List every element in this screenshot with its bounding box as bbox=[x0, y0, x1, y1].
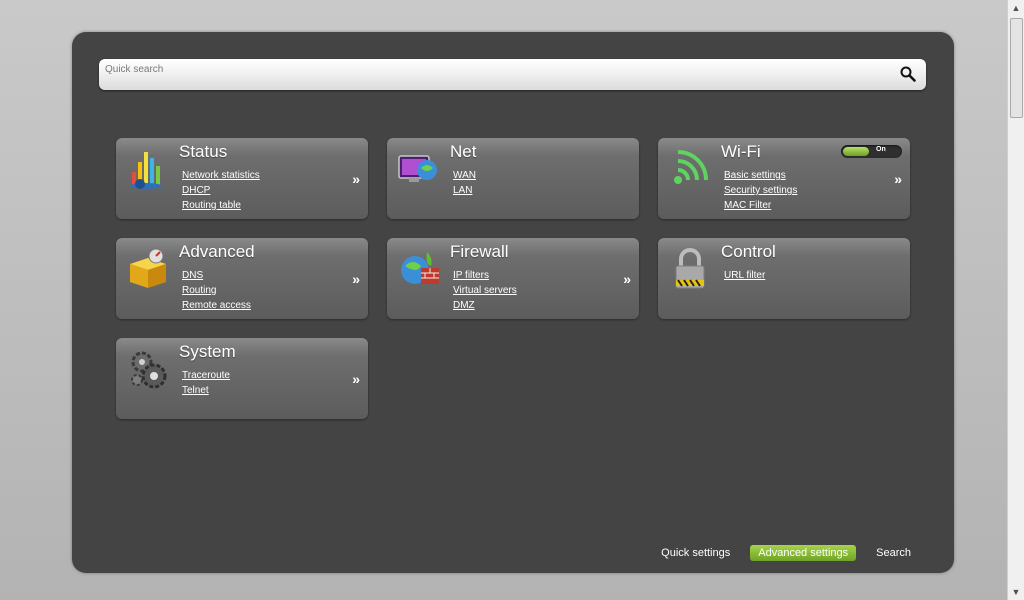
link-wan[interactable]: WAN bbox=[453, 170, 476, 181]
scroll-down-arrow-icon[interactable]: ▼ bbox=[1008, 584, 1024, 600]
vertical-scrollbar[interactable]: ▲ ▼ bbox=[1007, 0, 1024, 600]
card-advanced: Advanced DNS Routing Remote access » bbox=[116, 238, 368, 319]
link-security-settings[interactable]: Security settings bbox=[724, 185, 797, 196]
wifi-on-toggle[interactable]: On bbox=[841, 145, 902, 158]
quick-search-input[interactable] bbox=[105, 61, 885, 77]
main-panel: Status Network statistics DHCP Routing t… bbox=[72, 32, 954, 573]
link-routing-table[interactable]: Routing table bbox=[182, 200, 241, 211]
toggle-fill bbox=[843, 147, 869, 156]
system-more-chevron[interactable]: » bbox=[352, 371, 360, 387]
toggle-label: On bbox=[876, 146, 886, 153]
bottom-navigation: Quick settings Advanced settings Search bbox=[653, 544, 919, 562]
link-basic-settings[interactable]: Basic settings bbox=[724, 170, 786, 181]
advanced-settings-tab[interactable]: Advanced settings bbox=[750, 545, 857, 561]
link-mac-filter[interactable]: MAC Filter bbox=[724, 200, 771, 211]
magnifier-search-icon[interactable] bbox=[899, 65, 917, 83]
card-title-control: Control bbox=[721, 242, 776, 261]
quick-search-bar bbox=[99, 59, 926, 90]
quick-settings-tab[interactable]: Quick settings bbox=[653, 545, 738, 561]
link-ip-filters[interactable]: IP filters bbox=[453, 270, 489, 281]
scroll-up-arrow-icon[interactable]: ▲ bbox=[1008, 0, 1024, 16]
link-dns[interactable]: DNS bbox=[182, 270, 203, 281]
gears-icon bbox=[131, 351, 167, 389]
firewall-globe-icon bbox=[401, 252, 439, 284]
card-status: Status Network statistics DHCP Routing t… bbox=[116, 138, 368, 219]
link-telnet[interactable]: Telnet bbox=[182, 385, 209, 396]
link-lan[interactable]: LAN bbox=[453, 185, 472, 196]
card-net: Net WAN LAN bbox=[387, 138, 639, 219]
card-title-advanced: Advanced bbox=[179, 242, 255, 261]
link-dhcp[interactable]: DHCP bbox=[182, 185, 210, 196]
card-system: System Traceroute Telnet » bbox=[116, 338, 368, 419]
advanced-more-chevron[interactable]: » bbox=[352, 271, 360, 287]
card-title-status: Status bbox=[179, 142, 228, 161]
card-wifi: Wi-Fi On Basic settings Security setting… bbox=[658, 138, 910, 219]
link-url-filter[interactable]: URL filter bbox=[724, 270, 765, 281]
link-routing[interactable]: Routing bbox=[182, 285, 216, 296]
link-virtual-servers[interactable]: Virtual servers bbox=[453, 285, 517, 296]
wifi-signal-icon bbox=[674, 150, 708, 184]
advanced-box-icon bbox=[130, 248, 166, 288]
link-traceroute[interactable]: Traceroute bbox=[182, 370, 230, 381]
status-more-chevron[interactable]: » bbox=[352, 171, 360, 187]
card-control: Control URL filter bbox=[658, 238, 910, 319]
card-title-firewall: Firewall bbox=[450, 242, 509, 261]
search-tab[interactable]: Search bbox=[868, 545, 919, 561]
wifi-more-chevron[interactable]: » bbox=[894, 171, 902, 187]
firewall-more-chevron[interactable]: » bbox=[623, 271, 631, 287]
scrollbar-thumb[interactable] bbox=[1010, 18, 1023, 118]
net-monitor-globe-icon bbox=[398, 155, 437, 182]
card-title-system: System bbox=[179, 342, 236, 361]
link-network-statistics[interactable]: Network statistics bbox=[182, 170, 260, 181]
card-firewall: Firewall IP filters Virtual servers DMZ … bbox=[387, 238, 639, 319]
status-chart-icon bbox=[130, 152, 162, 189]
link-dmz[interactable]: DMZ bbox=[453, 300, 475, 311]
card-title-net: Net bbox=[450, 142, 477, 161]
card-title-wifi: Wi-Fi bbox=[721, 142, 761, 161]
padlock-icon bbox=[675, 248, 705, 289]
link-remote-access[interactable]: Remote access bbox=[182, 300, 251, 311]
